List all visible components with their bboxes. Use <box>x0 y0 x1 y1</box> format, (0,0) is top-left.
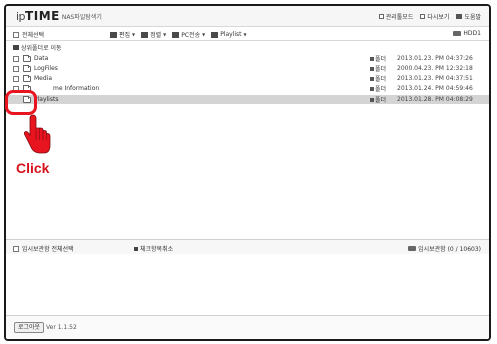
file-type: 폴더 <box>370 84 386 93</box>
folder-up-icon <box>13 45 19 50</box>
checkbox-icon <box>378 14 384 19</box>
temp-select-all-label: 임시보관함 전체선택 <box>22 246 74 253</box>
square-bullet-icon <box>134 246 138 251</box>
app-header: ip TIME NAS파일탐색기 관리툴모드 다시보기 도움말 <box>6 6 489 27</box>
app-title: NAS파일탐색기 <box>61 14 102 21</box>
file-type: 폴더 <box>370 54 386 63</box>
chevron-down-icon: ▼ <box>163 32 167 37</box>
file-name: Playlists <box>34 96 59 103</box>
file-type-label: 폴더 <box>375 97 387 104</box>
app-footer: 로그아웃 Ver 1.1.52 <box>6 315 489 339</box>
temp-storage-area <box>6 254 489 318</box>
parent-folder-label: 상위폴더로 이동 <box>21 45 62 52</box>
toolbar-tools: 편집 ▼ 정렬 ▼ PC전송 ▼ Playlist ▼ <box>110 30 247 39</box>
file-type-label: 폴더 <box>375 76 387 83</box>
temp-storage-count: 임시보관함 (0 / 10603) <box>418 246 481 253</box>
list-item-selected[interactable]: Playlists 폴더 2013.01.28. PM 04:08:29 <box>6 95 489 104</box>
storage-icon <box>408 246 417 251</box>
cancel-checked-label: 체크항목취소 <box>140 246 174 253</box>
file-list: 상위폴더로 이동 Data 폴더 2013.01.23. PM 04:37:26… <box>6 41 489 239</box>
folder-type-icon <box>370 86 374 91</box>
file-toolbar: 전체선택 편집 ▼ 정렬 ▼ PC전송 ▼ Playlist ▼ HDD1 <box>6 27 489 41</box>
file-type-label: 폴더 <box>375 66 387 73</box>
folder-type-icon <box>370 56 374 61</box>
admin-mode-label: 관리툴모드 <box>385 14 414 21</box>
refresh-icon <box>420 14 426 19</box>
disk-selector[interactable]: HDD1 <box>453 30 481 37</box>
file-date: 2013.01.28. PM 04:08:29 <box>397 96 473 103</box>
file-type: 폴더 <box>370 74 386 83</box>
chevron-down-icon: ▼ <box>132 32 136 37</box>
row-checkbox[interactable] <box>13 75 19 82</box>
file-date: 2013.01.24. PM 04:59:46 <box>397 85 473 92</box>
header-links: 관리툴모드 다시보기 도움말 <box>378 12 481 21</box>
file-date: 2013.01.23. PM 04:37:51 <box>397 75 473 82</box>
select-all[interactable]: 전체선택 <box>13 30 44 39</box>
file-name: me Information <box>53 85 100 92</box>
version-text: Ver 1.1.52 <box>46 324 77 331</box>
admin-mode-link[interactable]: 관리툴모드 <box>378 12 414 21</box>
list-item[interactable]: me Information 폴더 2013.01.24. PM 04:59:4… <box>6 84 489 93</box>
refresh-link[interactable]: 다시보기 <box>420 12 449 21</box>
select-all-label: 전체선택 <box>22 32 45 39</box>
hdd-icon <box>453 31 462 36</box>
help-icon <box>456 14 463 19</box>
select-all-checkbox[interactable] <box>13 31 19 38</box>
cancel-checked-button[interactable]: 체크항목취소 <box>134 244 173 253</box>
temp-storage-bar: 임시보관함 전체선택 체크항목취소 임시보관함 (0 / 10603) <box>6 239 489 255</box>
sort-button[interactable]: 정렬 ▼ <box>141 30 166 39</box>
parent-folder-link[interactable]: 상위폴더로 이동 <box>13 44 62 52</box>
file-type-label: 폴더 <box>375 86 387 93</box>
nas-explorer-window: ip TIME NAS파일탐색기 관리툴모드 다시보기 도움말 전체선택 편집 … <box>4 4 491 341</box>
click-highlight-box <box>5 90 37 115</box>
file-type: 폴더 <box>370 64 386 73</box>
hand-pointer-icon <box>23 114 51 154</box>
pc-transfer-label: PC전송 <box>181 32 201 39</box>
edit-button[interactable]: 편집 ▼ <box>110 30 135 39</box>
logo-time-text: TIME <box>25 9 60 23</box>
file-name: Media <box>34 75 53 82</box>
folder-type-icon <box>370 97 374 102</box>
list-item[interactable]: LogFiles 폴더 2000.04.23. PM 12:32:18 <box>6 64 489 73</box>
row-checkbox[interactable] <box>13 55 19 62</box>
edit-label: 편집 <box>119 32 131 39</box>
sort-label: 정렬 <box>150 32 162 39</box>
pc-transfer-icon <box>172 31 180 38</box>
temp-storage-status: 임시보관함 (0 / 10603) <box>408 244 481 253</box>
folder-icon <box>23 74 31 82</box>
folder-icon <box>23 64 31 72</box>
list-item[interactable]: Data 폴더 2013.01.23. PM 04:37:26 <box>6 54 489 63</box>
iptime-logo: ip TIME NAS파일탐색기 <box>16 9 102 23</box>
file-date: 2000.04.23. PM 12:32:18 <box>397 65 473 72</box>
chevron-down-icon: ▼ <box>202 32 206 37</box>
edit-icon <box>110 31 117 38</box>
folder-type-icon <box>370 66 374 71</box>
refresh-label: 다시보기 <box>427 14 450 21</box>
file-name: Data <box>34 55 49 62</box>
logo-ip-text: ip <box>16 10 26 23</box>
file-type: 폴더 <box>370 95 386 104</box>
file-date: 2013.01.23. PM 04:37:26 <box>397 55 473 62</box>
playlist-icon <box>211 31 219 38</box>
file-type-label: 폴더 <box>375 56 387 63</box>
folder-type-icon <box>370 76 374 81</box>
help-link[interactable]: 도움말 <box>456 12 481 21</box>
chevron-down-icon: ▼ <box>243 32 247 37</box>
sort-icon <box>141 31 149 38</box>
file-name: LogFiles <box>34 65 58 72</box>
playlist-label: Playlist <box>220 31 242 38</box>
disk-label: HDD1 <box>463 30 481 37</box>
pc-transfer-button[interactable]: PC전송 ▼ <box>172 30 205 39</box>
click-label: Click <box>16 160 50 176</box>
temp-select-all[interactable]: 임시보관함 전체선택 <box>13 244 74 253</box>
row-checkbox[interactable] <box>13 65 19 72</box>
playlist-button[interactable]: Playlist ▼ <box>211 31 247 38</box>
logout-button[interactable]: 로그아웃 <box>14 322 45 333</box>
list-item[interactable]: Media 폴더 2013.01.23. PM 04:37:51 <box>6 74 489 83</box>
help-label: 도움말 <box>464 14 481 21</box>
folder-icon <box>23 54 31 62</box>
temp-select-all-checkbox[interactable] <box>13 245 19 252</box>
